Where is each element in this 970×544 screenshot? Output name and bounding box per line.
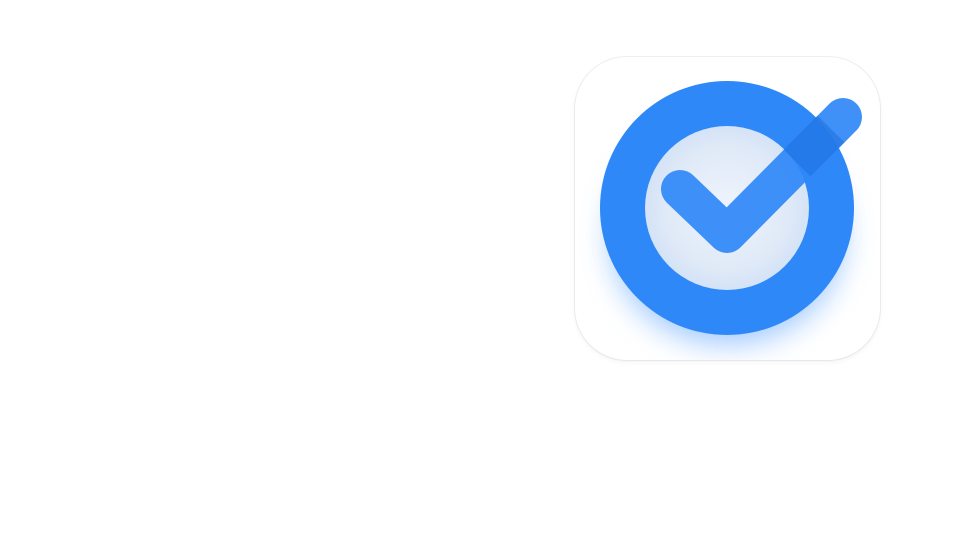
check-circle-icon [600,81,862,345]
canvas [0,0,970,544]
app-icon[interactable] [575,57,880,360]
